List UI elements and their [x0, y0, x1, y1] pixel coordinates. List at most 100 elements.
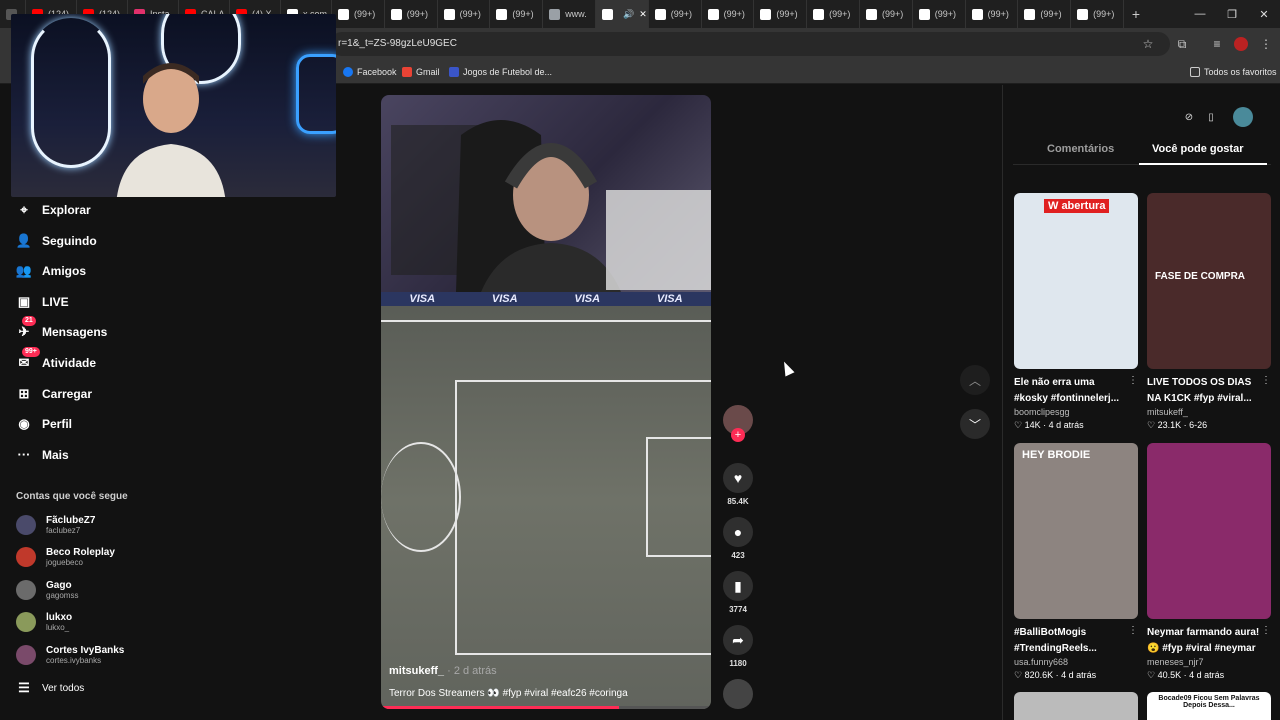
video-progress-bar[interactable] — [381, 706, 711, 709]
browser-tab[interactable]: (99+) — [860, 0, 913, 28]
user-avatar-icon[interactable] — [1233, 107, 1253, 127]
list-icon: ☰ — [18, 680, 30, 695]
music-disc-icon — [723, 679, 753, 709]
browser-tab[interactable]: (99+) — [438, 0, 491, 28]
browser-tab[interactable]: (99+) — [490, 0, 544, 28]
video-player[interactable]: VISA VISA VISA VISA mitsukeff_ · 2 d atr… — [381, 95, 711, 709]
browser-tab[interactable]: (99+) — [913, 0, 966, 28]
more-options-icon[interactable]: ⋮ — [1128, 375, 1138, 386]
sidebar-item-atividade[interactable]: ✉ 99+ Atividade — [16, 347, 96, 374]
sidebar-item-perfil[interactable]: ◉ Perfil — [16, 413, 72, 435]
creator-avatar-button[interactable]: + — [722, 405, 754, 442]
video-gameplay — [381, 292, 711, 709]
partial-video-card[interactable] — [1014, 692, 1138, 720]
sidebar-item-live[interactable]: ▣ LIVE — [16, 291, 69, 313]
previous-video-button[interactable]: ︿ — [960, 365, 990, 395]
maximize-icon[interactable]: ❐ — [1216, 0, 1248, 28]
icon-glyph: ◉ — [18, 416, 30, 432]
heart-outline-icon: ♡ — [1014, 420, 1025, 430]
followed-account[interactable]: Beco Roleplay joguebeco — [16, 547, 115, 568]
browser-tab[interactable]: (99+) — [1071, 0, 1124, 28]
sidebar-item-label: Explorar — [42, 203, 91, 217]
save-button[interactable]: ▮ 3774 — [722, 571, 754, 614]
music-disc-button[interactable] — [722, 679, 754, 709]
comment-button[interactable]: ● 423 — [722, 517, 754, 560]
sidebar-item-mensagens[interactable]: ✈ 21 Mensagens — [16, 316, 107, 343]
bookmark-label: Gmail — [416, 67, 440, 77]
notification-badge: 21 — [22, 316, 36, 327]
recommended-video-card[interactable]: FASE DE COMPRA ⋮ LIVE TODOS OS DIAS NA K1C… — [1147, 193, 1271, 431]
account-name: FãclubeZ7 — [46, 515, 96, 526]
pitch-line — [646, 437, 711, 557]
minimize-icon[interactable]: — — [1184, 0, 1216, 28]
browser-tab[interactable]: (99+) — [1018, 0, 1072, 28]
sidebar-item-carregar[interactable]: ⊞ Carregar — [16, 383, 92, 405]
browser-tab[interactable]: (99+) — [966, 0, 1019, 28]
bookmark-jogos[interactable]: Jogos de Futebol de... — [449, 64, 552, 80]
next-video-button[interactable]: ﹀ — [960, 409, 990, 439]
browser-tab[interactable]: 🔊 ✕ — [595, 0, 649, 28]
thumbnail-overlay-text: HEY BRODIE — [1022, 449, 1091, 461]
all-bookmarks[interactable]: Todos os favoritos — [1190, 64, 1277, 80]
card-title: Ele não erra uma #kosky #fontinnelerj... — [1014, 377, 1120, 404]
explore-icon[interactable]: ⊘ — [1179, 107, 1199, 127]
device-icon[interactable]: ▯ — [1201, 107, 1221, 127]
following-section-title: Contas que você segue — [16, 491, 128, 502]
browser-tab[interactable]: (99+) — [385, 0, 438, 28]
video-streamer-camera — [381, 95, 711, 292]
recommended-video-card[interactable]: ⋮ Neymar farmando aura! 😮 #fyp #viral #ne… — [1147, 443, 1271, 681]
recommended-video-card[interactable]: W abertura ⋮ Ele não erra uma #kosky #font… — [1014, 193, 1138, 431]
address-bar[interactable]: r=1&_t=ZS-98gzLeU9GEC — [330, 32, 1170, 56]
more-options-icon[interactable]: ⋮ — [1261, 375, 1271, 386]
browser-menu-icon[interactable]: ⋮ — [1256, 34, 1276, 54]
browser-tab[interactable]: www. — [543, 0, 596, 28]
sidebar-item-explorar[interactable]: ⌖ Explorar — [16, 199, 91, 221]
like-button[interactable]: ♥ 85.4K — [722, 463, 754, 506]
sponsor-banner: VISA VISA VISA VISA — [381, 292, 711, 306]
browser-tab[interactable]: (99+) — [332, 0, 385, 28]
tab-favicon — [918, 8, 930, 20]
extensions-icon[interactable]: ⧉ — [1172, 34, 1192, 54]
sidebar-item-mais[interactable]: ··· Mais — [16, 444, 69, 466]
close-window-icon[interactable]: ✕ — [1248, 0, 1280, 28]
tab-favicon — [1024, 8, 1036, 20]
bookmark-gmail[interactable]: Gmail — [402, 64, 440, 80]
video-author[interactable]: mitsukeff_ — [389, 665, 444, 677]
followed-account[interactable]: lukxo lukxo_ — [16, 612, 72, 633]
browser-tab[interactable]: (99+) — [754, 0, 808, 28]
media-control-icon[interactable]: ≡ — [1207, 34, 1227, 54]
heart-outline-icon: ♡ — [1147, 670, 1158, 680]
heart-icon: ♥ — [723, 463, 753, 493]
followed-account[interactable]: FãclubeZ7 faclubez7 — [16, 515, 95, 535]
followed-account[interactable]: Gago gagomss — [16, 579, 78, 600]
sidebar-item-seguindo[interactable]: 👤 Seguindo — [16, 230, 97, 252]
tab-comments[interactable]: Comentários — [1047, 143, 1114, 155]
chevron-down-icon: ﹀ — [968, 417, 981, 432]
sponsor-text: VISA — [656, 293, 683, 305]
new-tab-button[interactable]: + — [1124, 0, 1148, 28]
bookmark-star-icon[interactable]: ☆ — [1138, 34, 1158, 54]
browser-tab[interactable]: (99+) — [702, 0, 755, 28]
profile-icon[interactable] — [1231, 34, 1251, 54]
icon-glyph: ▣ — [17, 293, 31, 309]
video-thumbnail — [1147, 443, 1271, 619]
bookmark-facebook[interactable]: Facebook — [343, 64, 397, 80]
card-title: Neymar farmando aura! 😮 #fyp #viral #ney… — [1147, 627, 1260, 654]
follow-plus-icon[interactable]: + — [731, 428, 745, 442]
account-name: Beco Roleplay — [46, 547, 115, 559]
recommended-video-card[interactable]: HEY BRODIE ⋮ #BalliBotMogis #TrendingReels… — [1014, 443, 1138, 681]
partial-video-card[interactable]: Bocade09 Ficou Sem Palavras Depois Dessa… — [1147, 692, 1271, 720]
profile-avatar-icon: ◉ — [16, 416, 32, 432]
account-avatar — [16, 579, 36, 600]
account-name: Cortes IvyBanks — [46, 644, 125, 656]
browser-tab[interactable]: (99+) — [807, 0, 860, 28]
followed-account[interactable]: Cortes IvyBanks cortes.ivybanks — [16, 644, 125, 665]
browser-tab[interactable]: (99+) — [649, 0, 702, 28]
see-all-link[interactable]: ☰ Ver todos — [16, 677, 84, 699]
tab-you-may-like[interactable]: Você pode gostar — [1152, 143, 1243, 155]
more-options-icon[interactable]: ⋮ — [1128, 625, 1138, 636]
close-tab-icon[interactable]: ✕ — [639, 9, 647, 20]
share-button[interactable]: ➦ 1180 — [722, 625, 754, 668]
sidebar-item-amigos[interactable]: 👥 Amigos — [16, 260, 86, 282]
more-options-icon[interactable]: ⋮ — [1261, 625, 1271, 636]
